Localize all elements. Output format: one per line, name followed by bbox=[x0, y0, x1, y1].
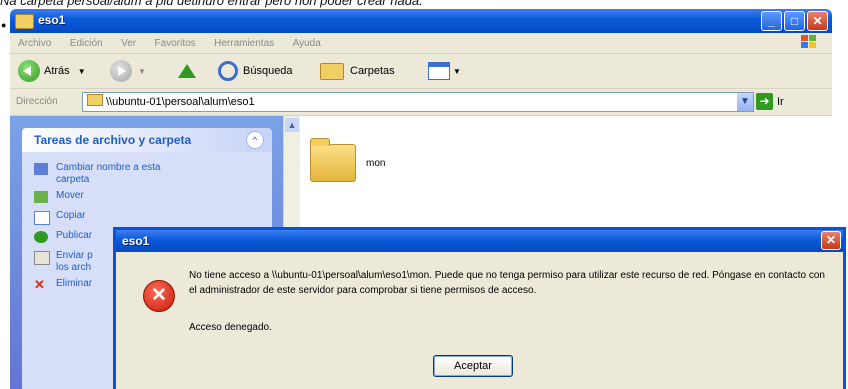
forward-arrow-icon bbox=[110, 60, 132, 82]
minimize-button[interactable]: _ bbox=[761, 11, 782, 31]
up-folder-button[interactable] bbox=[178, 59, 196, 83]
menu-ver[interactable]: Ver bbox=[121, 34, 136, 54]
menu-edicion[interactable]: Edición bbox=[70, 34, 103, 54]
search-icon bbox=[218, 61, 238, 81]
folder-name: mon bbox=[366, 158, 386, 169]
publish-icon bbox=[34, 231, 48, 243]
task-label: Enviar p bbox=[56, 250, 93, 261]
scroll-up-icon[interactable]: ▲ bbox=[285, 118, 299, 132]
dialog-close-button[interactable]: ✕ bbox=[821, 231, 841, 250]
address-input[interactable]: \\ubuntu-01\persoal\alum\eso1 ▼ bbox=[82, 92, 754, 112]
toolbar: Atrás ▼ ▼ Búsqueda Carpetas ▼ bbox=[10, 54, 832, 89]
go-label: Ir bbox=[777, 95, 784, 108]
close-button[interactable]: ✕ bbox=[807, 11, 828, 31]
views-dropdown-icon: ▼ bbox=[453, 66, 461, 76]
copy-icon bbox=[34, 211, 50, 225]
windows-logo-icon bbox=[801, 35, 818, 50]
task-label: Publicar bbox=[56, 230, 93, 241]
back-dropdown-icon[interactable]: ▼ bbox=[78, 67, 86, 76]
page-caption: Na carpeta persoal/alum a plu detinuro e… bbox=[0, 0, 423, 8]
folder-icon bbox=[15, 14, 34, 29]
up-arrow-icon bbox=[178, 64, 196, 78]
address-dropdown-icon[interactable]: ▼ bbox=[737, 93, 753, 111]
go-button[interactable]: ➜ Ir bbox=[756, 93, 784, 110]
forward-button[interactable]: ▼ bbox=[110, 59, 146, 83]
back-label: Atrás bbox=[44, 65, 70, 77]
error-dialog: eso1 ✕ ✕ No tiene acceso a \\ubuntu-01\p… bbox=[113, 227, 846, 389]
maximize-button[interactable]: □ bbox=[784, 11, 805, 31]
menu-ayuda[interactable]: Ayuda bbox=[293, 34, 321, 54]
error-icon: ✕ bbox=[143, 280, 175, 312]
menu-favoritos[interactable]: Favoritos bbox=[155, 34, 196, 54]
address-label: Dirección bbox=[16, 96, 58, 107]
address-value: \\ubuntu-01\persoal\alum\eso1 bbox=[106, 96, 255, 108]
address-bar: Dirección \\ubuntu-01\persoal\alum\eso1 … bbox=[10, 89, 832, 116]
dialog-title: eso1 bbox=[122, 234, 150, 248]
bullet-marker: ● bbox=[1, 20, 7, 30]
explorer-titlebar[interactable]: eso1 _ □ ✕ bbox=[10, 9, 832, 33]
rename-icon bbox=[34, 163, 48, 175]
task-label: Mover bbox=[56, 190, 84, 201]
tasks-title: Tareas de archivo y carpeta bbox=[34, 133, 192, 147]
search-label: Búsqueda bbox=[243, 65, 293, 77]
dialog-titlebar[interactable]: eso1 ✕ bbox=[116, 230, 843, 252]
email-icon bbox=[34, 251, 50, 265]
task-label: Copiar bbox=[56, 210, 86, 221]
menu-bar: Archivo Edición Ver Favoritos Herramient… bbox=[10, 33, 832, 54]
address-folder-icon bbox=[87, 94, 103, 106]
task-label: Cambiar nombre a esta bbox=[56, 162, 161, 173]
folder-icon bbox=[310, 138, 356, 182]
task-label-2: los arch bbox=[56, 262, 92, 273]
forward-dropdown-icon[interactable]: ▼ bbox=[138, 67, 146, 76]
task-label-2: carpeta bbox=[56, 174, 90, 185]
menu-herramientas[interactable]: Herramientas bbox=[214, 34, 274, 54]
search-button[interactable]: Búsqueda bbox=[218, 59, 293, 83]
window-title: eso1 bbox=[38, 13, 66, 27]
error-detail: Acceso denegado. bbox=[189, 322, 272, 333]
folders-icon bbox=[320, 62, 344, 80]
delete-icon: ✕ bbox=[34, 277, 45, 292]
accept-button[interactable]: Aceptar bbox=[433, 355, 513, 377]
error-message: No tiene acceso a \\ubuntu-01\persoal\al… bbox=[189, 270, 825, 296]
folders-button[interactable]: Carpetas bbox=[320, 59, 395, 83]
views-button[interactable]: ▼ bbox=[428, 59, 461, 83]
views-icon bbox=[428, 62, 450, 80]
task-label: Eliminar bbox=[56, 278, 93, 289]
folders-label: Carpetas bbox=[350, 65, 395, 77]
back-arrow-icon bbox=[18, 60, 40, 82]
back-button[interactable]: Atrás ▼ bbox=[18, 59, 86, 83]
move-icon bbox=[34, 191, 48, 203]
tasks-panel-header[interactable]: Tareas de archivo y carpeta ^ bbox=[22, 128, 272, 152]
collapse-icon[interactable]: ^ bbox=[246, 131, 264, 149]
menu-archivo[interactable]: Archivo bbox=[18, 34, 51, 54]
go-arrow-icon: ➜ bbox=[756, 93, 773, 110]
